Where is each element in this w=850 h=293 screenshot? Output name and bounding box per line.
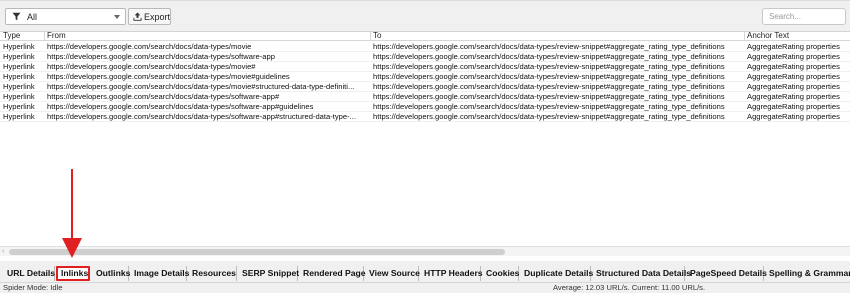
- table-header: Type From To Anchor Text: [0, 31, 850, 41]
- column-divider[interactable]: [370, 31, 371, 40]
- cell-anchor-text: AggregateRating properties: [747, 112, 840, 121]
- column-header-to[interactable]: To: [373, 31, 381, 40]
- tab-outlinks[interactable]: Outlinks: [91, 266, 130, 281]
- search-input[interactable]: [762, 8, 846, 25]
- cell-to: https://developers.google.com/search/doc…: [373, 102, 725, 111]
- inlinks-table: Type From To Anchor Text Hyperlink https…: [0, 31, 850, 261]
- table-row[interactable]: Hyperlink https://developers.google.com/…: [0, 112, 850, 122]
- cell-anchor-text: AggregateRating properties: [747, 82, 840, 91]
- cell-to: https://developers.google.com/search/doc…: [373, 72, 725, 81]
- cell-from: https://developers.google.com/search/doc…: [47, 82, 355, 91]
- filter-value: All: [27, 12, 38, 22]
- scrollbar-thumb[interactable]: [9, 249, 505, 255]
- spider-mode-status: Spider Mode: Idle: [3, 283, 63, 292]
- cell-anchor-text: AggregateRating properties: [747, 92, 840, 101]
- table-row[interactable]: Hyperlink https://developers.google.com/…: [0, 72, 850, 82]
- table-row[interactable]: Hyperlink https://developers.google.com/…: [0, 82, 850, 92]
- cell-from: https://developers.google.com/search/doc…: [47, 112, 356, 121]
- cell-from: https://developers.google.com/search/doc…: [47, 92, 280, 101]
- cell-from: https://developers.google.com/search/doc…: [47, 102, 314, 111]
- cell-type: Hyperlink: [3, 92, 35, 101]
- tab-cookies[interactable]: Cookies: [481, 266, 519, 281]
- cell-from: https://developers.google.com/search/doc…: [47, 72, 290, 81]
- column-divider[interactable]: [44, 31, 45, 40]
- tab-rendered-page[interactable]: Rendered Page: [298, 266, 366, 281]
- cell-to: https://developers.google.com/search/doc…: [373, 52, 725, 61]
- cell-to: https://developers.google.com/search/doc…: [373, 42, 725, 51]
- table-row[interactable]: Hyperlink https://developers.google.com/…: [0, 42, 850, 52]
- cell-anchor-text: AggregateRating properties: [747, 52, 840, 61]
- cell-type: Hyperlink: [3, 62, 35, 71]
- cell-to: https://developers.google.com/search/doc…: [373, 92, 725, 101]
- cell-to: https://developers.google.com/search/doc…: [373, 112, 725, 121]
- column-header-anchor-text[interactable]: Anchor Text: [747, 31, 789, 40]
- table-body: Hyperlink https://developers.google.com/…: [0, 42, 850, 122]
- cell-from: https://developers.google.com/search/doc…: [47, 62, 256, 71]
- tab-inlinks[interactable]: Inlinks: [56, 266, 90, 281]
- cell-type: Hyperlink: [3, 42, 35, 51]
- cell-anchor-text: AggregateRating properties: [747, 72, 840, 81]
- tab-resources[interactable]: Resources: [187, 266, 237, 281]
- cell-type: Hyperlink: [3, 52, 35, 61]
- table-row[interactable]: Hyperlink https://developers.google.com/…: [0, 92, 850, 102]
- detail-tabs: URL Details Inlinks Outlinks Image Detai…: [0, 265, 850, 282]
- cell-from: https://developers.google.com/search/doc…: [47, 52, 275, 61]
- column-header-type[interactable]: Type: [3, 31, 20, 40]
- export-button[interactable]: Export: [128, 8, 171, 25]
- tab-spelling-grammar[interactable]: Spelling & Grammar D: [764, 266, 850, 281]
- cell-anchor-text: AggregateRating properties: [747, 102, 840, 111]
- scroll-left-icon[interactable]: ‹: [2, 248, 4, 255]
- cell-type: Hyperlink: [3, 72, 35, 81]
- cell-from: https://developers.google.com/search/doc…: [47, 42, 252, 51]
- chevron-down-icon: [114, 15, 120, 19]
- tab-duplicate-details[interactable]: Duplicate Details: [519, 266, 593, 281]
- crawl-speed-status: Average: 12.03 URL/s. Current: 11.00 URL…: [553, 283, 706, 292]
- cell-type: Hyperlink: [3, 112, 35, 121]
- horizontal-scrollbar[interactable]: ‹: [0, 246, 850, 256]
- cell-anchor-text: AggregateRating properties: [747, 42, 840, 51]
- cell-type: Hyperlink: [3, 102, 35, 111]
- column-header-from[interactable]: From: [47, 31, 66, 40]
- status-bar: Spider Mode: Idle Average: 12.03 URL/s. …: [0, 282, 850, 293]
- cell-to: https://developers.google.com/search/doc…: [373, 82, 725, 91]
- tab-structured-data-details[interactable]: Structured Data Details: [591, 266, 691, 281]
- tab-pagespeed-details[interactable]: PageSpeed Details: [685, 266, 767, 281]
- cell-anchor-text: AggregateRating properties: [747, 62, 840, 71]
- cell-to: https://developers.google.com/search/doc…: [373, 62, 725, 71]
- table-row[interactable]: Hyperlink https://developers.google.com/…: [0, 52, 850, 62]
- tab-http-headers[interactable]: HTTP Headers: [419, 266, 483, 281]
- funnel-icon: [12, 12, 21, 21]
- cell-type: Hyperlink: [3, 82, 35, 91]
- tab-image-details[interactable]: Image Details: [129, 266, 189, 281]
- filter-dropdown[interactable]: All: [5, 8, 126, 25]
- tab-view-source[interactable]: View Source: [364, 266, 420, 281]
- column-divider[interactable]: [744, 31, 745, 40]
- table-row[interactable]: Hyperlink https://developers.google.com/…: [0, 62, 850, 72]
- tab-serp-snippet[interactable]: SERP Snippet: [237, 266, 299, 281]
- export-label: Export: [144, 12, 171, 22]
- toolbar: All Export: [0, 0, 850, 31]
- tab-url-details[interactable]: URL Details: [2, 266, 55, 281]
- export-upload-icon: [133, 12, 142, 21]
- table-row[interactable]: Hyperlink https://developers.google.com/…: [0, 102, 850, 112]
